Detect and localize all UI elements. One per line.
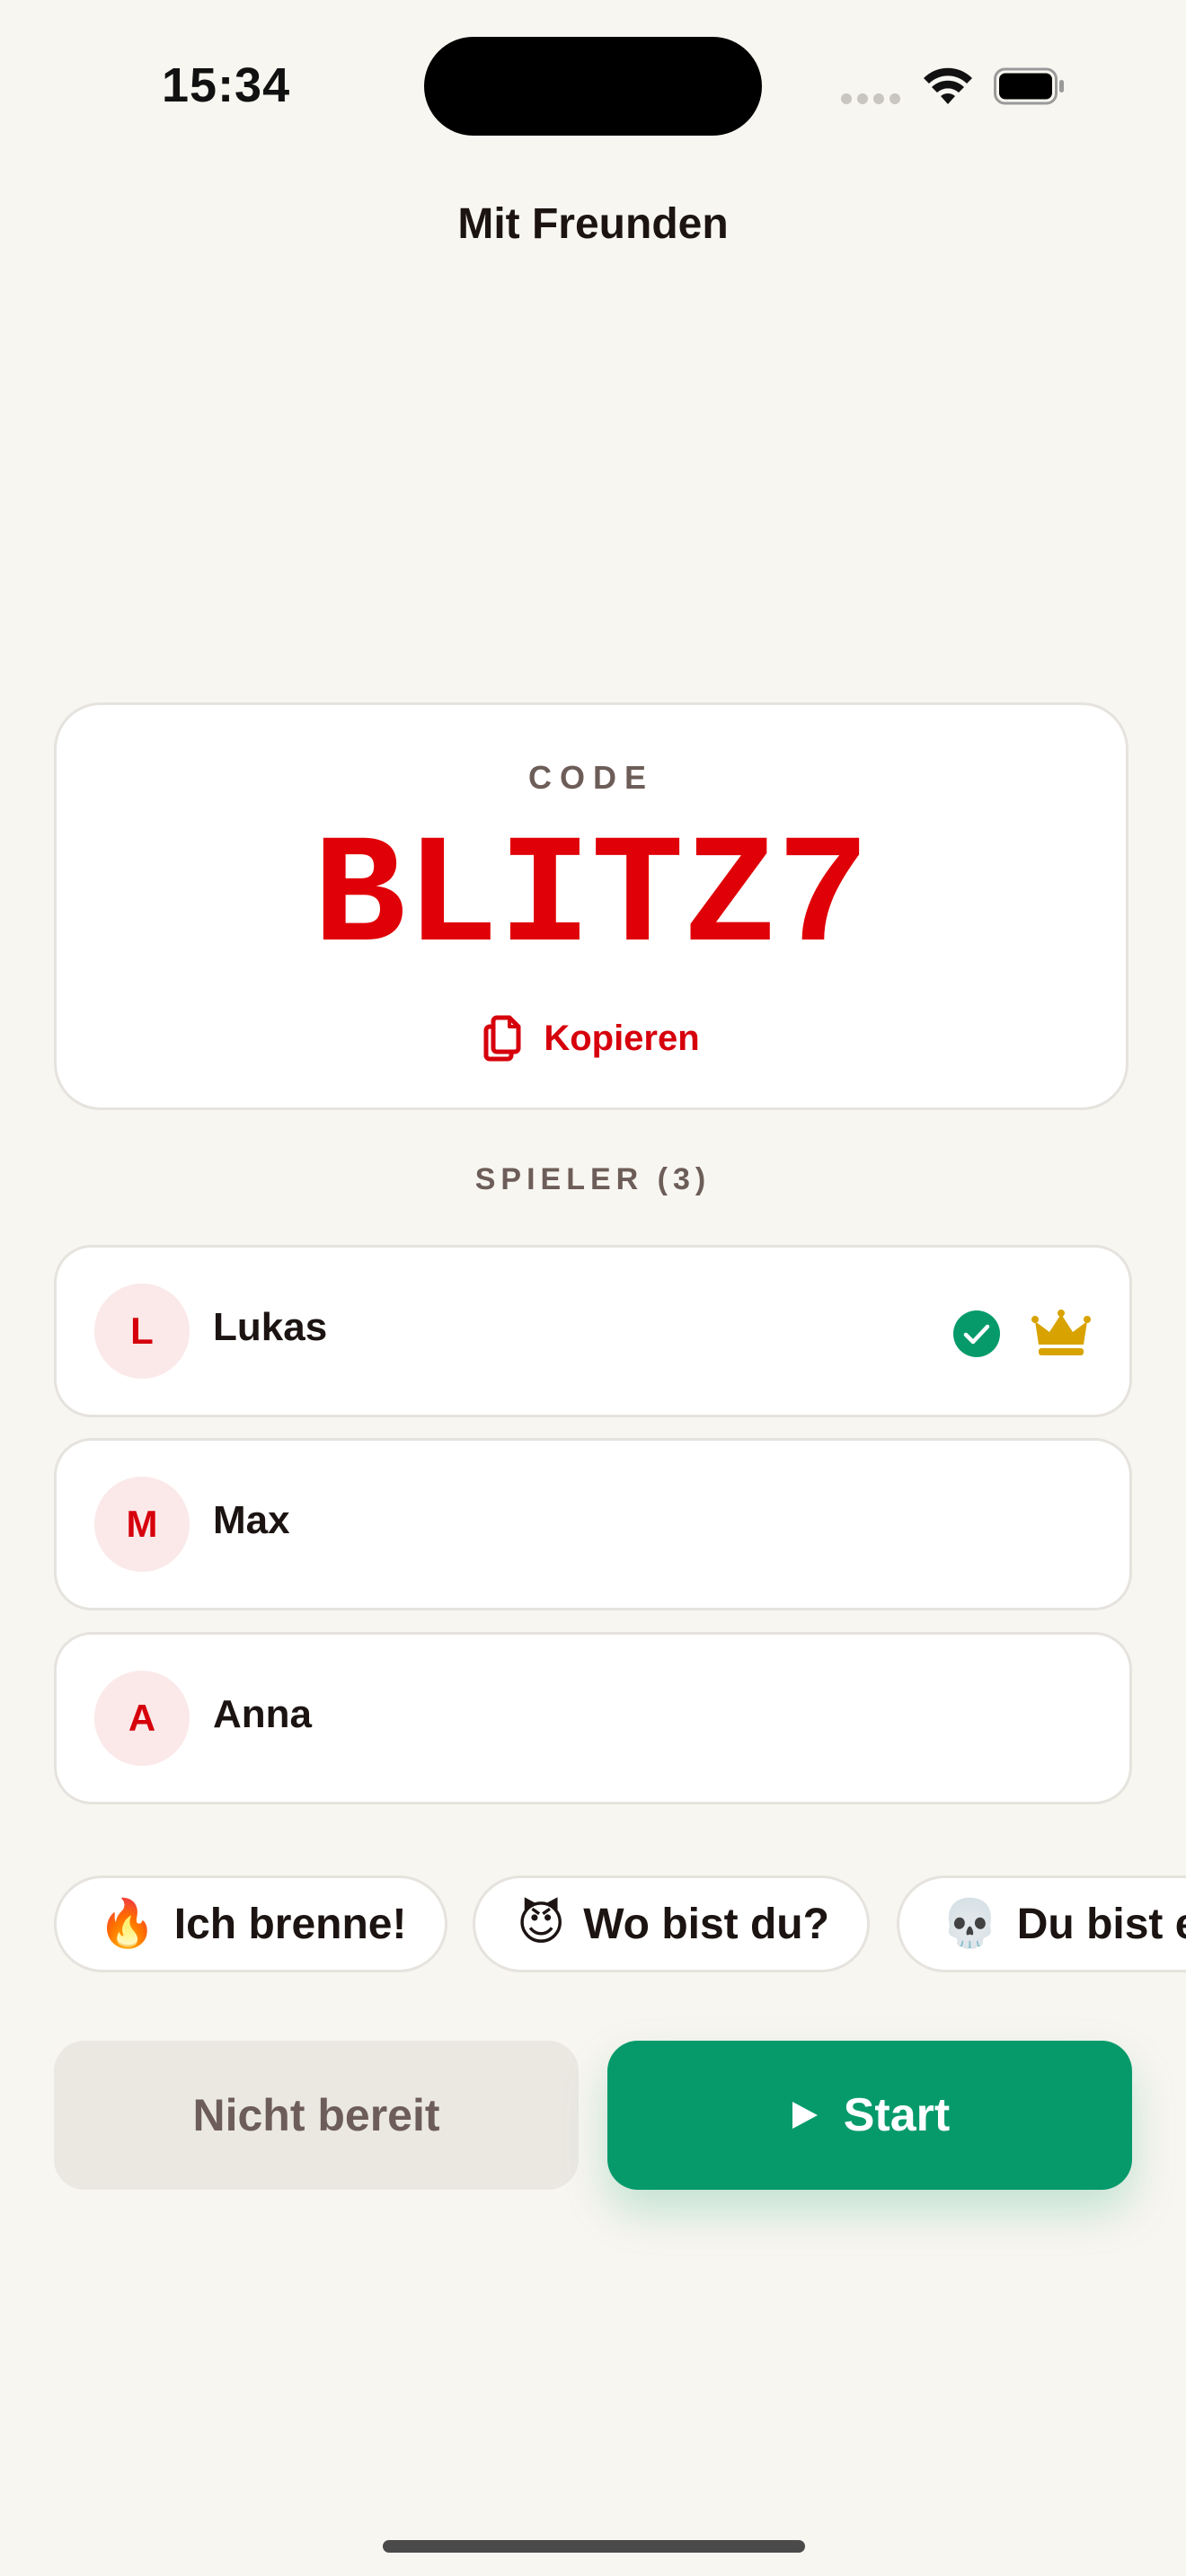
room-code: BLITZ7 bbox=[313, 811, 870, 986]
reaction-chip-fire[interactable]: 🔥 Ich brenne! bbox=[54, 1875, 447, 1972]
reaction-chip-devil[interactable]: 😈 Wo bist du? bbox=[473, 1875, 870, 1972]
player-name: Lukas bbox=[213, 1305, 328, 1349]
battery-icon bbox=[994, 67, 1064, 105]
avatar: A bbox=[94, 1671, 190, 1766]
room-code-card: CODE BLITZ7 Kopieren bbox=[54, 702, 1128, 1110]
avatar: M bbox=[94, 1477, 190, 1572]
ready-check-icon bbox=[953, 1310, 1000, 1357]
status-time: 15:34 bbox=[162, 58, 291, 112]
player-name: Anna bbox=[213, 1692, 312, 1736]
play-icon bbox=[792, 2102, 818, 2129]
reaction-label: Du bist e bbox=[1016, 1900, 1186, 1948]
player-row-lukas: L Lukas bbox=[54, 1245, 1132, 1417]
dynamic-island bbox=[424, 37, 762, 136]
player-row-anna: A Anna bbox=[54, 1632, 1132, 1804]
reaction-label: Wo bist du? bbox=[583, 1900, 829, 1948]
start-button[interactable]: Start bbox=[607, 2041, 1132, 2190]
code-label: CODE bbox=[527, 759, 654, 796]
copy-label: Kopieren bbox=[544, 1018, 700, 1058]
reaction-chip-skull[interactable]: 💀 Du bist e bbox=[897, 1875, 1186, 1972]
copy-icon bbox=[483, 1015, 521, 1062]
wifi-icon bbox=[924, 67, 972, 104]
copy-code-button[interactable]: Kopieren bbox=[57, 1010, 1126, 1066]
reaction-label: Ich brenne! bbox=[173, 1900, 407, 1948]
players-header: SPIELER (3) bbox=[474, 1162, 712, 1196]
not-ready-button[interactable]: Nicht bereit bbox=[54, 2041, 579, 2190]
player-name: Max bbox=[213, 1498, 290, 1542]
player-row-max: M Max bbox=[54, 1438, 1132, 1610]
avatar: L bbox=[94, 1284, 190, 1379]
cellular-signal-icon bbox=[841, 93, 902, 106]
start-label: Start bbox=[843, 2089, 951, 2141]
home-indicator[interactable] bbox=[383, 2540, 805, 2553]
devil-emoji-icon: 😈 bbox=[517, 1897, 566, 1951]
fire-emoji-icon: 🔥 bbox=[98, 1897, 156, 1951]
skull-emoji-icon: 💀 bbox=[941, 1897, 999, 1951]
crown-icon bbox=[1031, 1310, 1091, 1355]
page-title: Mit Freunden bbox=[457, 200, 729, 248]
